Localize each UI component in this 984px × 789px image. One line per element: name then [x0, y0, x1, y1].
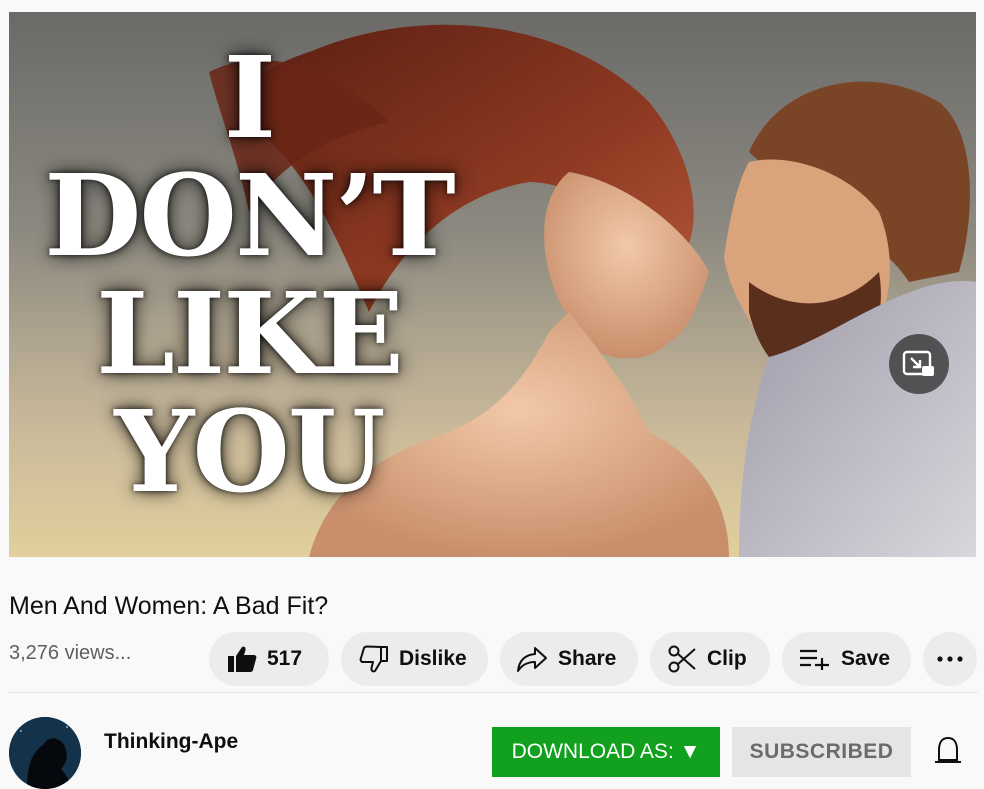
dislike-label: Dislike [399, 647, 467, 670]
thumbnail-line: YOU [114, 387, 385, 518]
share-arrow-icon [517, 647, 547, 672]
ape-silhouette-icon [9, 717, 81, 789]
thumbs-down-icon [359, 645, 388, 673]
clip-label: Clip [707, 647, 747, 670]
thumbnail-line: DON’T [44, 151, 455, 282]
scissors-icon [668, 645, 696, 673]
clip-button[interactable]: Clip [650, 632, 770, 686]
dislike-button[interactable]: Dislike [341, 632, 488, 686]
download-button[interactable]: DOWNLOAD AS: ▼ [492, 727, 720, 777]
subscribed-button[interactable]: SUBSCRIBED [732, 727, 911, 777]
thumbs-up-icon [228, 646, 257, 672]
share-button[interactable]: Share [500, 632, 638, 686]
miniplayer-button[interactable] [889, 334, 949, 394]
view-count[interactable]: 3,276 views... [9, 640, 131, 666]
divider [9, 692, 978, 693]
channel-avatar[interactable] [9, 717, 81, 789]
video-player[interactable]: I DON’T LIKE YOU [9, 12, 976, 557]
like-count: 517 [267, 647, 303, 670]
share-label: Share [558, 647, 617, 670]
save-button[interactable]: Save [782, 632, 911, 686]
thumbnail-title-text: I DON’T LIKE YOU [29, 40, 469, 512]
channel-name[interactable]: Thinking-Ape [104, 729, 238, 755]
save-label: Save [841, 647, 891, 670]
thumbnail-line: I [223, 33, 276, 164]
more-horizontal-icon [937, 656, 963, 662]
video-title: Men And Women: A Bad Fit? [9, 592, 329, 620]
like-button[interactable]: 517 [209, 632, 329, 686]
playlist-add-icon [800, 649, 829, 670]
more-actions-button[interactable] [923, 632, 977, 686]
miniplayer-icon [902, 350, 934, 376]
thumbnail-line: LIKE [96, 269, 404, 400]
